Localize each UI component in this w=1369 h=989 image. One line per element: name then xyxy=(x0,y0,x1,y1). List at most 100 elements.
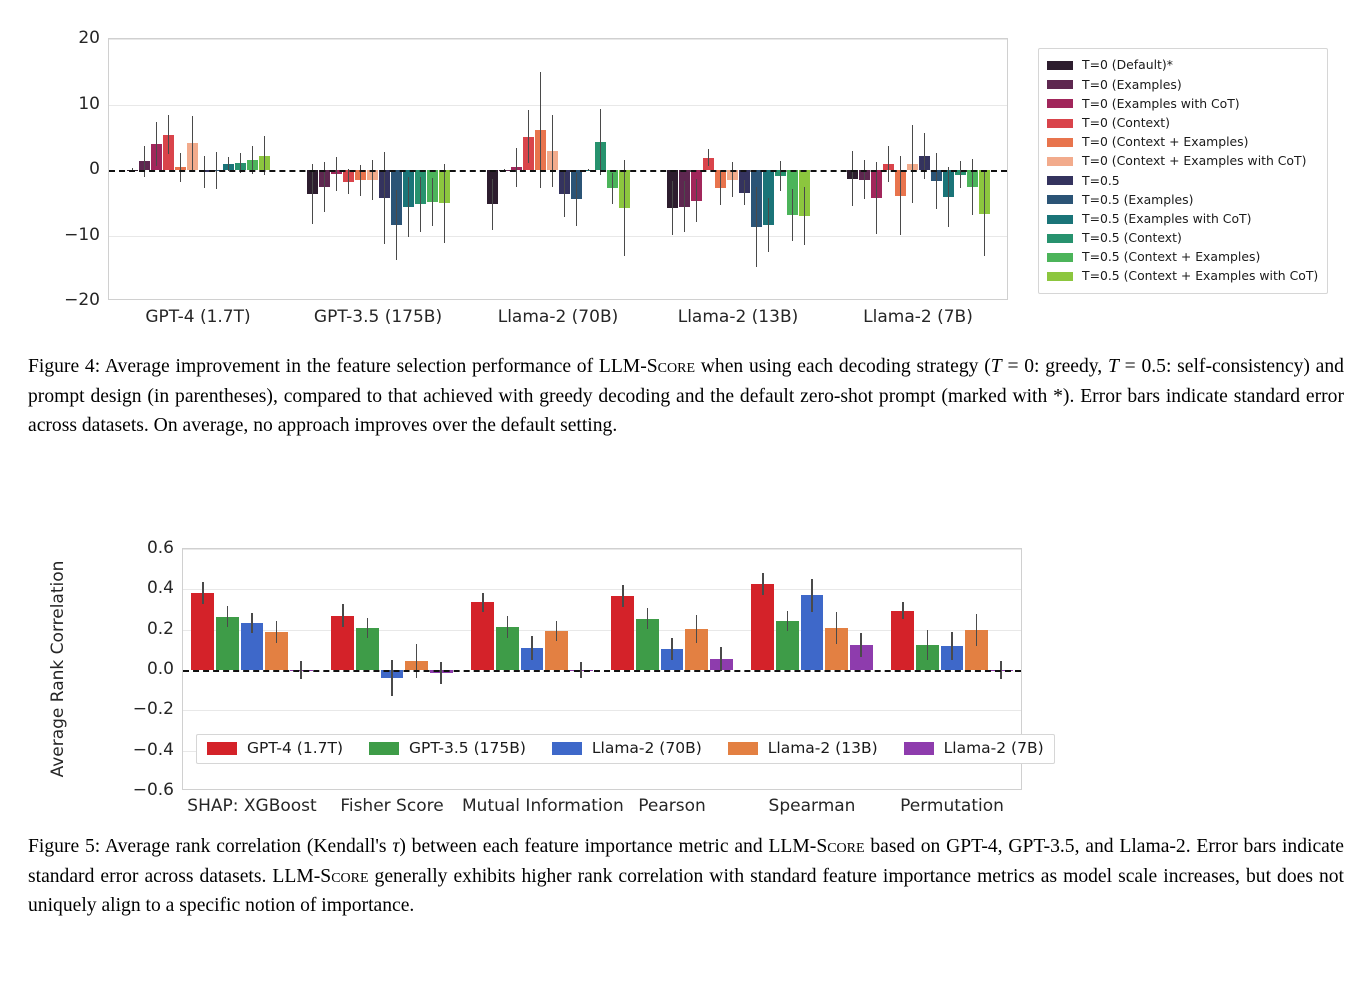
legend-item-label: T=0.5 (Examples with CoT) xyxy=(1082,210,1252,226)
figure-5-caption: Figure 5: Average rank correlation (Kend… xyxy=(28,836,1344,916)
figure-4-plot-area xyxy=(108,38,1008,300)
error-bar xyxy=(779,160,782,191)
error-bar xyxy=(683,181,686,233)
error-bar xyxy=(179,152,182,182)
figure-4-caption: Figure 4: Average improvement in the fea… xyxy=(28,356,1344,436)
x-tick-label: Spearman xyxy=(768,796,856,816)
error-bar xyxy=(671,181,674,235)
figure-4-legend: T=0 (Default)* T=0 (Examples) T=0 (Example… xyxy=(1038,48,1329,295)
legend-item-label: GPT-3.5 (175B) xyxy=(409,739,526,757)
gridline xyxy=(183,549,1021,550)
legend-item-label: T=0.5 (Context + Examples with CoT) xyxy=(1082,268,1319,284)
legend-item: T=0.5 (Examples) xyxy=(1047,190,1318,209)
error-bar xyxy=(791,188,794,242)
error-bar xyxy=(926,629,929,660)
error-bar xyxy=(391,659,393,697)
error-bar xyxy=(226,606,229,627)
error-bar xyxy=(575,173,578,226)
bar xyxy=(751,584,775,670)
error-bar xyxy=(555,620,558,641)
legend-swatch xyxy=(1047,157,1073,167)
error-bar xyxy=(531,635,533,660)
error-bar xyxy=(875,162,878,235)
error-bar xyxy=(335,156,338,191)
legend-item: T=0 (Context) xyxy=(1047,114,1318,133)
legend-swatch xyxy=(1047,272,1073,282)
figure-5: Average Rank Correlation 0.6 0.4 0.2 0.0 −0.… xyxy=(0,520,1369,820)
legend-swatch xyxy=(551,742,582,756)
error-bar xyxy=(975,613,978,646)
error-bar xyxy=(695,614,698,643)
gridline xyxy=(109,104,1007,106)
x-tick-label: Mutual Information xyxy=(462,796,624,816)
legend-swatch xyxy=(1047,233,1073,243)
legend-item: GPT-3.5 (175B) xyxy=(369,739,526,757)
error-bar xyxy=(695,179,698,223)
error-bar xyxy=(947,166,950,227)
error-bar xyxy=(599,109,602,175)
legend-swatch xyxy=(1047,195,1073,205)
x-tick-label: Llama-2 (7B) xyxy=(863,307,973,327)
error-bar xyxy=(371,159,374,201)
y-tick-label: −0.6 xyxy=(132,780,174,800)
legend-item: T=0.5 (Examples with CoT) xyxy=(1047,210,1318,229)
x-tick-label: GPT-4 (1.7T) xyxy=(145,307,251,327)
error-bar xyxy=(743,180,746,206)
error-bar xyxy=(431,177,434,227)
legend-item: T=0 (Examples with CoT) xyxy=(1047,94,1318,113)
error-bar xyxy=(911,124,914,204)
error-bar xyxy=(383,152,386,244)
legend-item: T=0.5 (Context + Examples with CoT) xyxy=(1047,267,1318,286)
legend-item-label: T=0.5 (Context) xyxy=(1082,230,1182,246)
legend-item: T=0.5 xyxy=(1047,171,1318,190)
legend-swatch xyxy=(903,742,934,756)
figure-4: Average Improvement (%) 20100−10−20 GPT-… xyxy=(0,0,1369,340)
error-bar xyxy=(481,593,484,612)
error-bar xyxy=(860,632,863,657)
error-bar xyxy=(786,610,789,631)
error-bar xyxy=(707,149,710,167)
gridline xyxy=(109,235,1007,237)
legend-swatch xyxy=(369,742,399,756)
x-tick-label: GPT-3.5 (175B) xyxy=(313,307,443,327)
error-bar xyxy=(935,152,938,210)
error-bar xyxy=(901,602,904,619)
x-tick-label: Pearson xyxy=(638,796,706,816)
error-bar xyxy=(155,121,158,167)
y-tick-label: −0.4 xyxy=(132,739,174,760)
legend-swatch xyxy=(1047,137,1073,147)
legend-item-label: T=0 (Examples) xyxy=(1082,76,1182,92)
figure-5-legend: GPT-4 (1.7T) GPT-3.5 (175B) Llama-2 (70B) L… xyxy=(196,734,1055,764)
bar xyxy=(191,593,215,670)
error-bar xyxy=(251,612,253,633)
legend-swatch xyxy=(1047,214,1073,224)
x-tick-label: Llama-2 (13B) xyxy=(677,307,799,327)
legend-item-label: T=0 (Context) xyxy=(1082,114,1170,130)
error-bar xyxy=(491,178,494,230)
zero-reference-line xyxy=(109,170,1007,172)
legend-swatch xyxy=(1047,252,1073,262)
error-bar xyxy=(971,158,974,216)
error-bar xyxy=(811,579,813,612)
error-bar xyxy=(341,604,344,627)
legend-swatch xyxy=(1047,61,1073,71)
error-bar xyxy=(515,147,518,188)
y-tick-label: 20 xyxy=(78,28,100,48)
paper-figures-page: Average Improvement (%) 20100−10−20 GPT-… xyxy=(0,0,1369,989)
y-tick-label: 0.0 xyxy=(146,659,174,679)
x-tick-label: Fisher Score xyxy=(340,796,444,816)
error-bar xyxy=(767,198,770,252)
legend-item-label: T=0 (Examples with CoT) xyxy=(1082,95,1240,111)
legend-item-label: T=0.5 (Context + Examples) xyxy=(1082,249,1261,265)
error-bar xyxy=(959,160,962,189)
legend-swatch xyxy=(1047,176,1073,186)
y-tick-label: −20 xyxy=(64,290,100,310)
legend-item-label: T=0 (Context + Examples) xyxy=(1082,134,1249,150)
error-bar xyxy=(983,171,986,257)
error-bar xyxy=(366,617,369,638)
legend-item-label: T=0.5 (Examples) xyxy=(1082,191,1194,207)
legend-item-label: Llama-2 (13B) xyxy=(767,739,878,757)
legend-item: T=0 (Context + Examples with CoT) xyxy=(1047,152,1318,171)
error-bar xyxy=(143,146,146,177)
bar xyxy=(891,610,915,670)
